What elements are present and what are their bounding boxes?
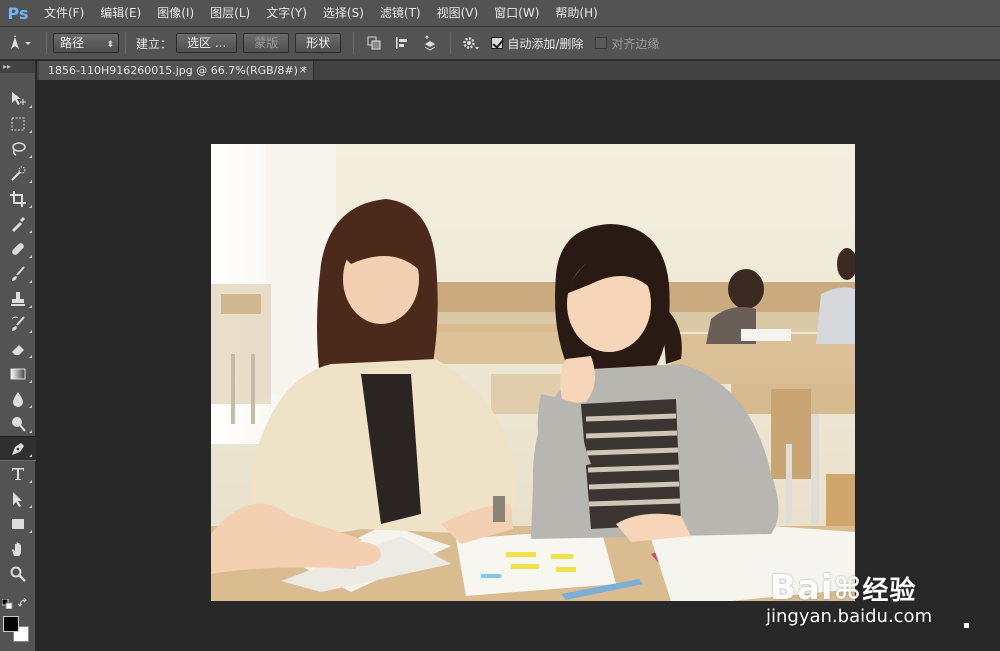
menu-file[interactable]: 文件(F): [36, 0, 92, 27]
path-operations-icon[interactable]: [363, 32, 385, 54]
divider: [450, 32, 452, 54]
menu-help[interactable]: 帮助(H): [547, 0, 605, 27]
divider: [46, 32, 47, 54]
menu-layer[interactable]: 图层(L): [202, 0, 258, 27]
eraser-icon[interactable]: [0, 336, 36, 361]
watermark-url: jingyan.baidu.com: [766, 606, 933, 627]
align-edges-checkbox[interactable]: [595, 37, 608, 49]
marquee-tool-icon[interactable]: [0, 111, 36, 136]
path-alignment-icon[interactable]: [391, 32, 413, 54]
hand-tool-icon[interactable]: [0, 536, 36, 561]
pen-mode-value: 路径: [60, 36, 85, 50]
lasso-tool-icon[interactable]: [0, 136, 36, 161]
document-image[interactable]: [211, 144, 855, 601]
canvas-area[interactable]: [37, 80, 1000, 651]
document-tab-bar: 1856-110H916260015.jpg @ 66.7%(RGB/8#) *…: [37, 61, 1000, 80]
divider: [125, 32, 126, 54]
zoom-tool-icon[interactable]: [0, 561, 36, 586]
options-bar: 路径 ⬍ 建立： 选区 ... 蒙版 形状 自动添加/删除 对齐边缘: [0, 27, 1000, 60]
menu-select[interactable]: 选择(S): [315, 0, 372, 27]
menu-type[interactable]: 文字(Y): [258, 0, 315, 27]
menu-window[interactable]: 窗口(W): [486, 0, 547, 27]
baidu-watermark-logo: Bai⌘经验: [770, 568, 917, 608]
foreground-color-swatch[interactable]: [3, 616, 19, 632]
brush-tool-icon[interactable]: [0, 261, 36, 286]
corner-marker: [964, 623, 969, 628]
swap-colors-icon[interactable]: [17, 597, 30, 611]
close-icon[interactable]: ×: [299, 61, 307, 80]
align-edges-label: 对齐边缘: [611, 36, 660, 51]
gear-icon[interactable]: [460, 32, 482, 54]
default-colors-icon[interactable]: [1, 598, 14, 612]
tool-preset-picker[interactable]: [0, 27, 40, 60]
document-tab[interactable]: 1856-110H916260015.jpg @ 66.7%(RGB/8#) *…: [39, 61, 314, 80]
clone-stamp-icon[interactable]: [0, 286, 36, 311]
history-brush-icon[interactable]: [0, 311, 36, 336]
dodge-icon[interactable]: [0, 411, 36, 436]
menu-image[interactable]: 图像(I): [149, 0, 202, 27]
document-tab-title: 1856-110H916260015.jpg @ 66.7%(RGB/8#) *: [48, 64, 307, 77]
panel-collapse-icon[interactable]: ▸▸: [0, 61, 35, 73]
type-tool-icon[interactable]: [0, 461, 36, 486]
auto-add-delete-checkbox[interactable]: [491, 37, 504, 49]
divider: [353, 32, 355, 54]
tools-panel: ▸▸: [0, 61, 36, 651]
gradient-icon[interactable]: [0, 361, 36, 386]
healing-brush-icon[interactable]: [0, 236, 36, 261]
rectangle-tool-icon[interactable]: [0, 511, 36, 536]
pen-tool-icon: [11, 35, 31, 49]
eyedropper-icon[interactable]: [0, 211, 36, 236]
crop-tool-icon[interactable]: [0, 186, 36, 211]
photoshop-logo: Ps: [7, 3, 29, 23]
menu-edit[interactable]: 编辑(E): [92, 0, 149, 27]
make-mask-button[interactable]: 蒙版: [243, 33, 290, 53]
blur-icon[interactable]: [0, 386, 36, 411]
quick-select-icon[interactable]: [0, 161, 36, 186]
pen-mode-select[interactable]: 路径 ⬍: [53, 33, 119, 53]
move-tool-icon[interactable]: [0, 86, 36, 111]
make-shape-button[interactable]: 形状: [295, 33, 342, 53]
pen-tool-icon[interactable]: [0, 436, 36, 461]
menu-filter[interactable]: 滤镜(T): [372, 0, 429, 27]
make-label: 建立：: [136, 36, 173, 51]
classroom-photo: [211, 144, 855, 601]
make-selection-button[interactable]: 选区 ...: [176, 33, 238, 53]
updown-arrow-icon: ⬍: [106, 40, 114, 50]
menu-view[interactable]: 视图(V): [429, 0, 487, 27]
menu-bar: Ps 文件(F) 编辑(E) 图像(I) 图层(L) 文字(Y) 选择(S) 滤…: [0, 0, 1000, 27]
auto-add-delete-label: 自动添加/删除: [507, 36, 584, 51]
path-arrangement-icon[interactable]: [419, 32, 441, 54]
path-select-icon[interactable]: [0, 486, 36, 511]
